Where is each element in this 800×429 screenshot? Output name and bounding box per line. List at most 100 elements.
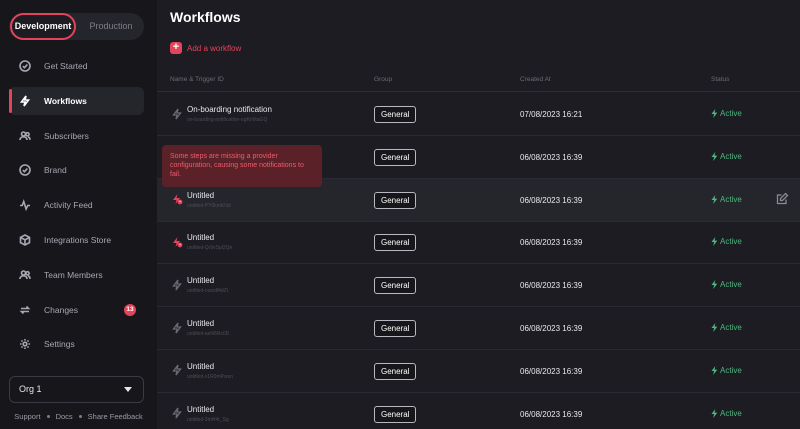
group-tag: General [374, 405, 417, 423]
created-at: 06/08/2023 16:39 [520, 152, 583, 162]
status-label: Active [720, 151, 742, 161]
sidebar-item-get-started[interactable]: Get Started [9, 52, 144, 80]
changes-icon [18, 303, 32, 317]
page-title: Workflows [170, 9, 241, 25]
sidebar-item-label: Workflows [44, 95, 87, 106]
status-badge: Active [711, 323, 742, 332]
sidebar: Development Production Get Started Workf… [0, 0, 157, 429]
status-label: Active [720, 109, 742, 118]
support-link[interactable]: Support [14, 412, 40, 421]
sidebar-nav: Get Started Workflows Subscribers Brand … [9, 52, 144, 365]
env-development-button[interactable]: Development [10, 13, 76, 40]
bolt-icon [711, 194, 718, 204]
group-tag: General [374, 362, 417, 380]
status-label: Active [720, 365, 742, 375]
bolt-icon [711, 323, 718, 332]
status-badge: Active [711, 408, 742, 418]
status-label: Active [720, 323, 742, 332]
workflow-name: On-boarding notification [187, 105, 272, 114]
chevron-down-icon [124, 387, 132, 392]
docs-link[interactable]: Docs [56, 412, 73, 421]
edit-icon[interactable] [776, 192, 790, 206]
status-badge: Active [711, 237, 742, 247]
sidebar-item-label: Subscribers [44, 130, 89, 141]
bolt-icon [711, 408, 718, 418]
created-at: 06/08/2023 16:39 [520, 238, 583, 248]
bolt-icon [711, 109, 718, 118]
team-icon [18, 268, 32, 282]
created-at: 06/08/2023 16:39 [520, 195, 583, 205]
created-at: 06/08/2023 16:39 [520, 281, 583, 291]
status-badge: Active [711, 151, 742, 161]
group-tag: General [374, 191, 417, 209]
table-row[interactable]: Untitled untitled-aeN6Rs0D General 06/08/20… [157, 307, 800, 350]
sidebar-item-activity-feed[interactable]: Activity Feed [9, 191, 144, 219]
created-at: 06/08/2023 16:39 [520, 366, 583, 376]
workflow-trigger-id: untitled-PY0kmKNd [187, 202, 231, 209]
status-badge: Active [711, 194, 742, 204]
check-circle-icon [18, 59, 32, 73]
bolt-icon [711, 237, 718, 247]
workflow-name: Untitled [187, 276, 215, 286]
table-row[interactable]: On-boarding notification on-boarding-noti… [157, 93, 800, 136]
column-header-group: Group [374, 76, 393, 83]
share-feedback-link[interactable]: Share Feedback [88, 412, 143, 421]
sidebar-item-label: Brand [44, 165, 67, 176]
org-select[interactable]: Org 1 [9, 376, 144, 403]
sidebar-item-label: Team Members [44, 269, 103, 280]
group-tag: General [374, 234, 417, 252]
workflow-name: Untitled [187, 319, 215, 328]
status-label: Active [720, 280, 742, 290]
env-production-button[interactable]: Production [79, 13, 143, 40]
created-at: 06/08/2023 16:39 [520, 324, 583, 333]
add-workflow-label: Add a workflow [187, 43, 242, 53]
sidebar-item-label: Get Started [44, 61, 88, 71]
sidebar-item-label: Changes [44, 304, 79, 315]
group-tag: General [374, 320, 417, 337]
workflow-name: Untitled [187, 361, 215, 371]
separator-dot [78, 415, 82, 418]
table-row[interactable]: Untitled untitled-Qr9vSpl2Qe General 06/08/… [157, 221, 800, 265]
workflow-trigger-id: untitled-ouwdf4dZt [187, 288, 229, 295]
workflow-name: Untitled [187, 404, 215, 414]
box-icon [18, 233, 32, 247]
brand-check-icon [18, 163, 32, 177]
sidebar-item-changes[interactable]: Changes 13 [9, 296, 144, 324]
bolt-icon [170, 107, 183, 120]
sidebar-item-workflows[interactable]: Workflows [9, 86, 144, 115]
group-tag: General [374, 148, 417, 166]
bolt-icon [170, 321, 183, 334]
status-label: Active [720, 194, 742, 204]
bolt-icon [711, 151, 718, 161]
workflow-trigger-id: on-boarding-notification-ogKn0taGQ [187, 117, 268, 123]
add-workflow-button[interactable]: + Add a workflow [170, 42, 241, 54]
status-badge: Active [711, 365, 742, 375]
workflow-trigger-id: untitled-v1R0mPwxn [187, 373, 233, 380]
environment-switch: Development Production [9, 13, 144, 40]
column-header-status: Status [711, 76, 730, 83]
bolt-icon [711, 365, 718, 375]
status-badge: Active [711, 280, 742, 290]
warning-bolt-icon [170, 235, 183, 248]
table-header: Name & Trigger ID Group Created At Statu… [157, 73, 800, 92]
workflow-trigger-id: untitled-3mH4r_Sg [187, 416, 229, 423]
table-row[interactable]: Untitled untitled-v1R0mPwxn General 06/08/2… [157, 350, 800, 393]
group-tag: General [374, 277, 417, 295]
table-row[interactable]: Untitled untitled-3mH4r_Sg General 06/08/20… [157, 393, 800, 429]
group-tag: General [374, 106, 417, 123]
bolt-icon [711, 280, 718, 290]
sidebar-item-team-members[interactable]: Team Members [9, 261, 144, 289]
sidebar-item-settings[interactable]: Settings [9, 330, 144, 358]
sidebar-item-subscribers[interactable]: Subscribers [9, 122, 144, 150]
bolt-icon [170, 407, 183, 420]
missing-provider-tooltip: Some steps are missing a provider config… [162, 145, 322, 187]
workflow-name: Untitled [187, 233, 215, 243]
table-row[interactable]: Untitled untitled-ouwdf4dZt General 06/08/2… [157, 264, 800, 308]
sidebar-item-brand[interactable]: Brand [9, 156, 144, 184]
workflow-trigger-id: untitled-aeN6Rs0D [187, 331, 230, 337]
sidebar-item-integrations-store[interactable]: Integrations Store [9, 226, 144, 254]
column-header-created: Created At [520, 76, 551, 83]
status-label: Active [720, 408, 742, 418]
gear-icon [18, 337, 32, 351]
sidebar-item-label: Activity Feed [44, 200, 93, 211]
